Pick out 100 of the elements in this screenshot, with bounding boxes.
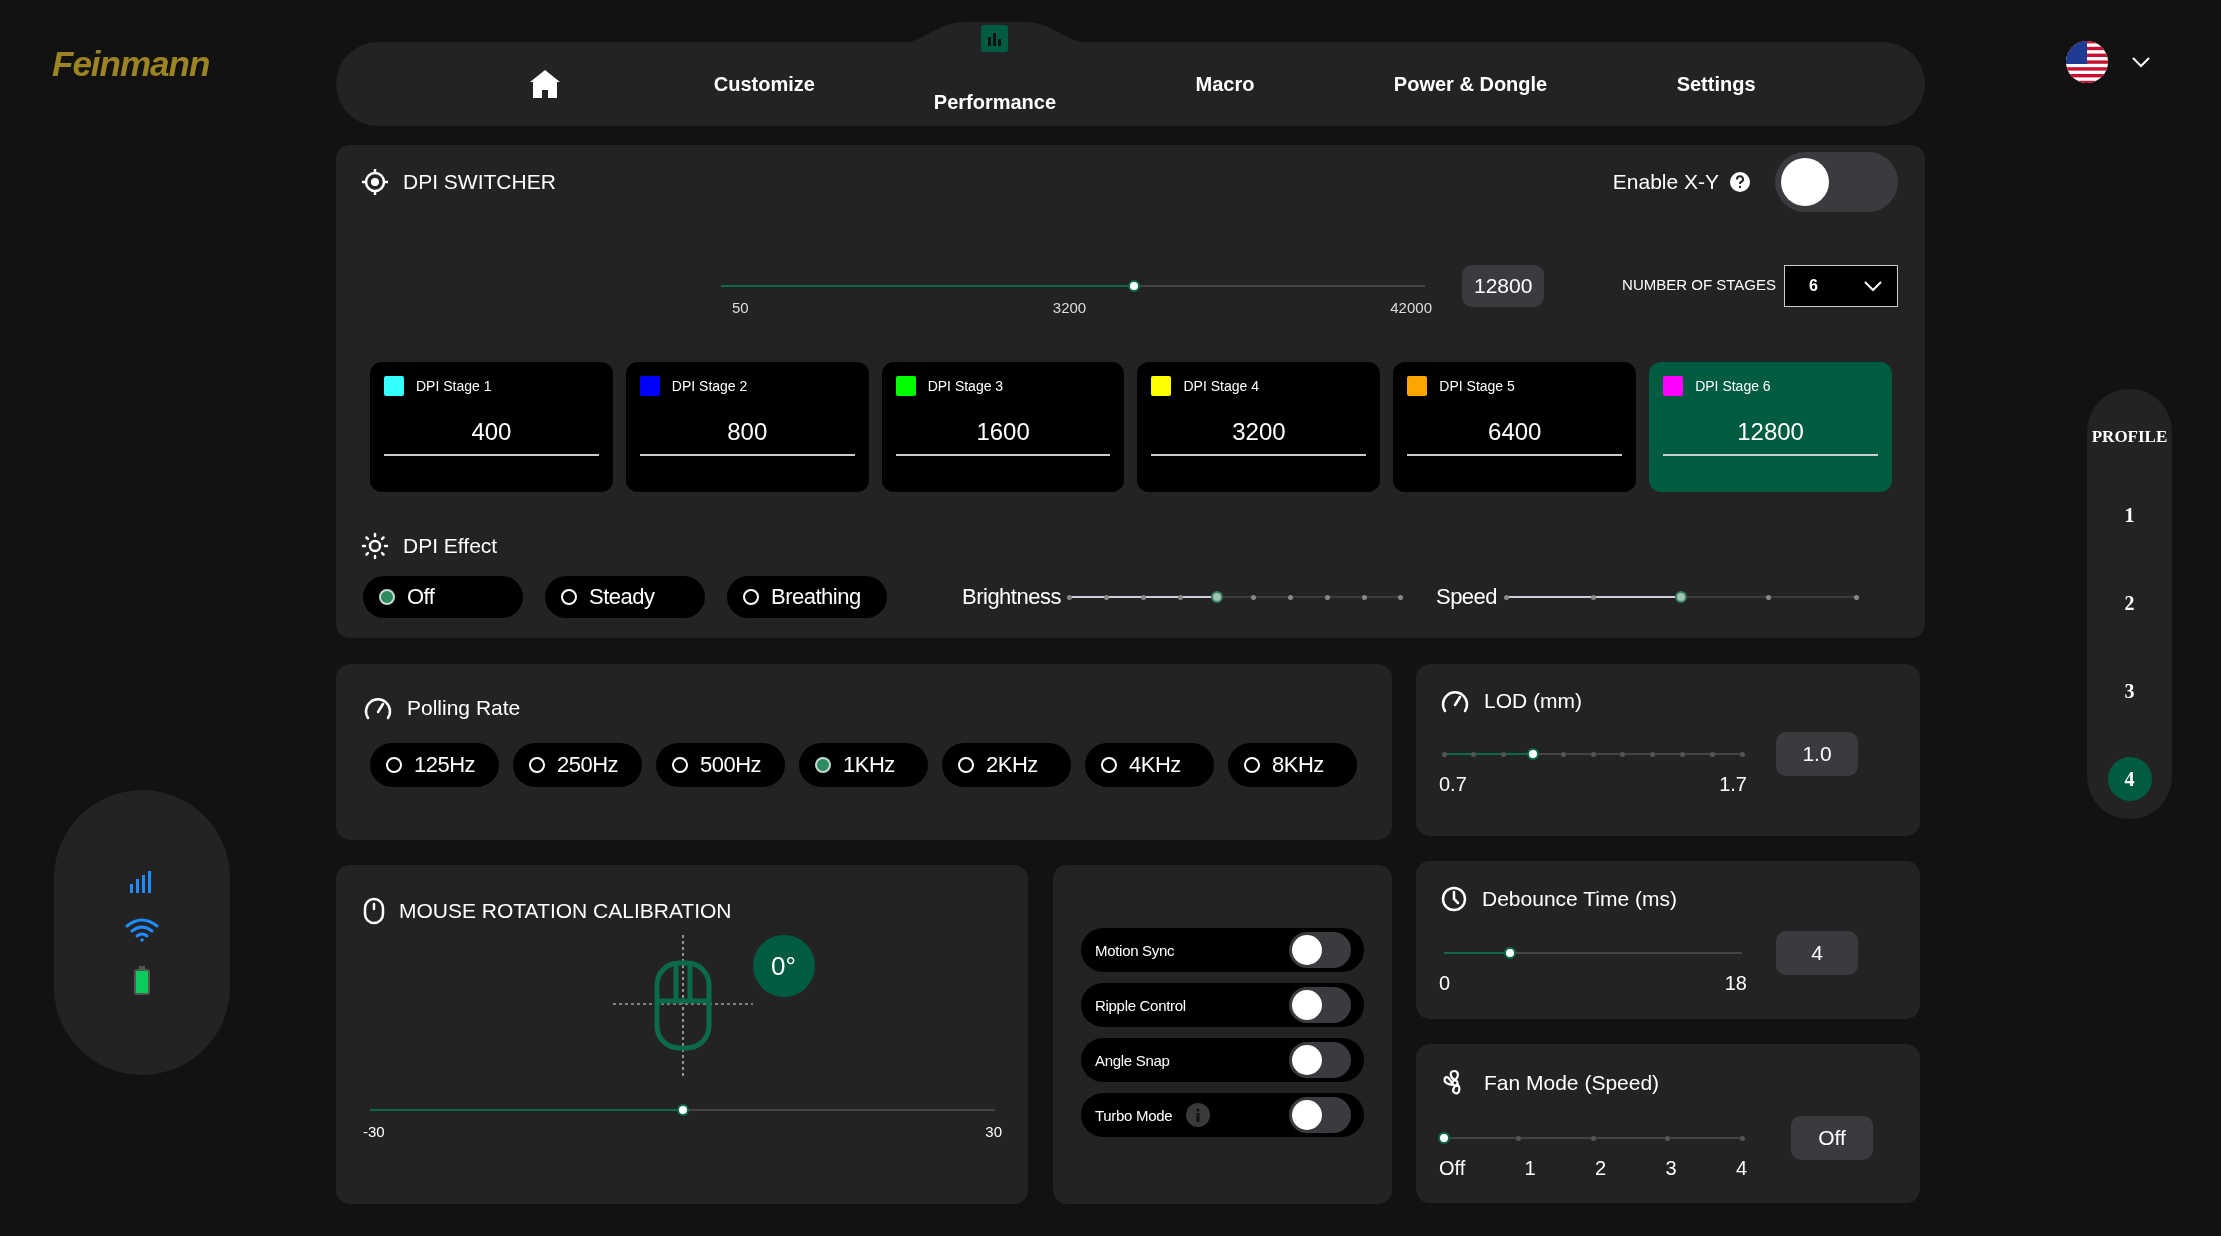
toggle-switch[interactable] [1289, 987, 1351, 1023]
switch-label: Motion Sync [1095, 941, 1175, 959]
scale-label: 0 [1439, 972, 1451, 995]
mouse-icon [363, 897, 385, 925]
radio-option[interactable]: 8KHz [1228, 743, 1357, 787]
slider-thumb[interactable] [1675, 591, 1688, 603]
switch-label: Angle Snap [1095, 1051, 1170, 1069]
section-title: MOUSE ROTATION CALIBRATION [399, 899, 732, 923]
dpi-value-field[interactable]: 400 [384, 418, 599, 456]
radio-option[interactable]: Steady [545, 576, 705, 618]
slider-label: Brightness [962, 584, 1061, 610]
battery-icon [133, 965, 151, 996]
stage-label: DPI Stage 1 [416, 378, 492, 394]
stage-label: DPI Stage 3 [927, 378, 1004, 394]
slider-thumb[interactable] [676, 1104, 689, 1116]
scale-label: 0.7 [1439, 773, 1467, 796]
panel-title: PROFILE [2091, 427, 2168, 447]
toggle-switch[interactable] [1289, 1042, 1351, 1078]
radio-option[interactable]: 4KHz [1085, 743, 1214, 787]
help-icon[interactable] [1729, 171, 1751, 193]
stage-label: DPI Stage 6 [1695, 378, 1771, 394]
scale-label: 2 [1595, 1157, 1607, 1180]
clock-icon [1440, 885, 1468, 913]
profile-button[interactable]: 1 [2107, 493, 2152, 537]
radio-option[interactable]: Breathing [727, 576, 887, 618]
stages-dropdown[interactable]: 6 [1784, 265, 1898, 307]
dpi-stage-card[interactable]: DPI Stage 4 3200 [1137, 362, 1381, 492]
flag-icon[interactable] [2065, 40, 2109, 84]
dpi-stage-card[interactable]: DPI Stage 5 6400 [1393, 362, 1637, 492]
scale-label: 50 [732, 299, 749, 316]
sun-icon [361, 532, 389, 560]
card-title: LOD (mm) [1484, 689, 1582, 713]
scale-label: Off [1439, 1157, 1466, 1180]
crosshair-icon [361, 168, 389, 196]
nav-tab[interactable]: Power & Dongle [1383, 64, 1558, 104]
section-title: DPI Effect [403, 534, 498, 558]
value-box: Off [1791, 1116, 1873, 1160]
angle-badge: 0° [752, 935, 815, 997]
slider-label: Speed [1435, 584, 1498, 610]
dpi-stage-card[interactable]: DPI Stage 6 12800 [1649, 362, 1892, 492]
dpi-value-field[interactable]: 6400 [1407, 418, 1623, 456]
slider-thumb[interactable] [1438, 1132, 1450, 1144]
profile-button[interactable]: 3 [2107, 669, 2152, 713]
bar-chart-icon [980, 25, 1008, 52]
radio-option[interactable]: 125Hz [370, 743, 499, 787]
section-title: Polling Rate [407, 696, 521, 720]
dpi-stage-card[interactable]: DPI Stage 2 800 [625, 362, 869, 492]
stage-label: DPI Stage 5 [1439, 378, 1515, 394]
chevron-icon [1863, 280, 1883, 292]
radio-option[interactable]: Off [363, 576, 523, 618]
field-label: NUMBER OF STAGES [1622, 276, 1776, 293]
gauge-icon [1440, 688, 1470, 714]
value-box: 1.0 [1776, 732, 1858, 776]
scale-label: 3 [1665, 1157, 1677, 1180]
scale-label: 18 [1724, 972, 1747, 995]
home-icon [528, 69, 561, 99]
dpi-value-field[interactable]: 800 [639, 418, 855, 456]
scale-label: 42000 [1390, 299, 1432, 316]
profile-button[interactable]: 4 [2107, 757, 2152, 801]
dpi-value-field[interactable]: 3200 [1151, 418, 1367, 456]
toggle-switch[interactable] [1775, 152, 1898, 212]
radio-option[interactable]: 1KHz [799, 743, 928, 787]
brand-logo: Feinmann [52, 44, 210, 84]
slider-thumb[interactable] [1210, 591, 1223, 603]
radio-option[interactable]: 500Hz [656, 743, 785, 787]
stage-label: DPI Stage 2 [671, 378, 748, 394]
nav-tab[interactable]: Customize [703, 64, 825, 104]
profile-button[interactable]: 2 [2107, 581, 2152, 625]
nav-tab[interactable]: Settings [1666, 64, 1766, 104]
slider-thumb[interactable] [1503, 947, 1516, 959]
dpi-value-field[interactable]: 12800 [1663, 418, 1878, 456]
radio-option[interactable]: 250Hz [513, 743, 642, 787]
slider-thumb[interactable] [1527, 748, 1540, 760]
dpi-stage-card[interactable]: DPI Stage 1 400 [370, 362, 613, 492]
scale-label: 1.7 [1719, 773, 1747, 796]
chevron-icon [2131, 56, 2151, 68]
value-box: 4 [1776, 931, 1858, 975]
stage-label: DPI Stage 4 [1183, 378, 1259, 394]
nav-tab[interactable]: Macro [1185, 64, 1265, 104]
value-box: 12800 [1462, 265, 1545, 307]
slider-thumb[interactable] [1128, 280, 1141, 292]
scale-label: 4 [1735, 1157, 1747, 1180]
card-title: Fan Mode (Speed) [1484, 1071, 1660, 1095]
wifi-icon [125, 917, 159, 942]
toggle-switch[interactable] [1289, 932, 1351, 968]
nav-tab[interactable]: Performance [923, 46, 1067, 122]
dpi-value-field[interactable]: 1600 [895, 418, 1111, 456]
scale-label: 3200 [1052, 299, 1087, 316]
toggle-switch[interactable] [1289, 1097, 1351, 1133]
radio-option[interactable]: 2KHz [942, 743, 1071, 787]
scale-label: 30 [985, 1123, 1002, 1140]
dpi-stage-card[interactable]: DPI Stage 3 1600 [881, 362, 1125, 492]
switch-label: Turbo Mode [1095, 1106, 1173, 1124]
section-title: DPI SWITCHER [403, 170, 556, 194]
card-title: Debounce Time (ms) [1482, 887, 1677, 911]
gauge-icon [363, 695, 393, 721]
switch-label: Ripple Control [1095, 996, 1186, 1014]
scale-label: 1 [1524, 1157, 1536, 1180]
toggle-label: Enable X-Y [1612, 170, 1719, 194]
scale-label: -30 [363, 1123, 385, 1140]
